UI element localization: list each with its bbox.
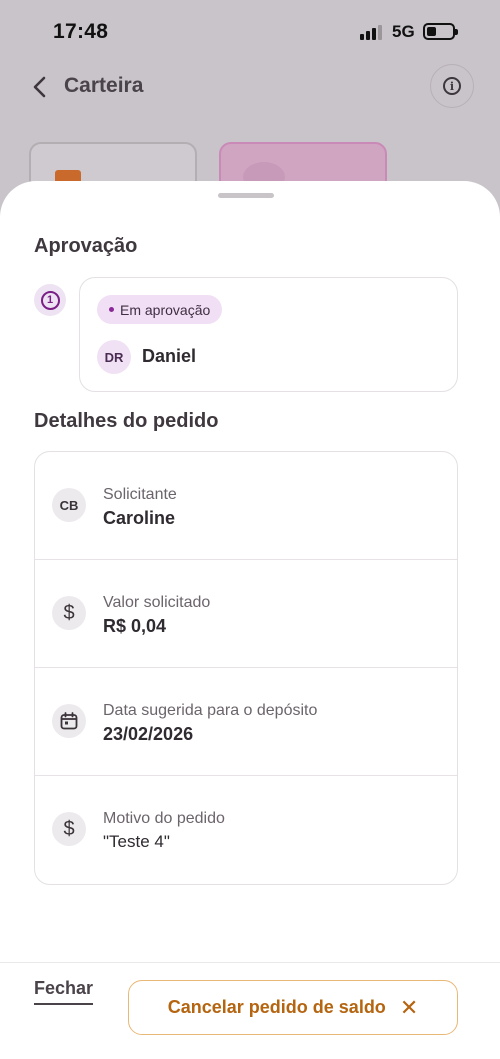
detail-label: Motivo do pedido <box>103 810 225 827</box>
chevron-left-icon[interactable] <box>30 74 52 100</box>
approval-section-title: Aprovação <box>34 235 138 257</box>
nav-header: Carteira i <box>0 60 500 116</box>
status-badge-label: Em aprovação <box>120 301 211 318</box>
network-label: 5G <box>392 22 415 41</box>
detail-value: Caroline <box>103 508 176 528</box>
requester-avatar: CB <box>52 488 86 522</box>
info-button[interactable]: i <box>430 64 474 108</box>
approver-avatar: DR <box>97 340 131 374</box>
status-time: 17:48 <box>53 20 109 43</box>
status-badge: Em aprovação <box>97 295 223 324</box>
cancel-request-label: Cancelar pedido de saldo <box>167 997 386 1017</box>
sheet-footer: Fechar Cancelar pedido de saldo ✕ <box>0 962 500 1059</box>
step-number-icon: 1 <box>40 290 60 310</box>
detail-row-requester: CB Solicitante Caroline <box>35 452 457 560</box>
detail-row-date: Data sugerida para o depósito 23/02/2026 <box>35 668 457 776</box>
detail-label: Solicitante <box>103 486 177 503</box>
detail-value: "Teste 4" <box>103 832 170 851</box>
approver-name: Daniel <box>142 346 197 366</box>
close-icon: ✕ <box>399 994 419 1020</box>
details-card: CB Solicitante Caroline $ Valor solicita… <box>34 451 458 885</box>
step-badge: 1 <box>34 284 66 316</box>
bottom-sheet: Aprovação 1 Em aprovação DR Daniel Detal… <box>0 181 500 1059</box>
battery-icon <box>423 23 458 40</box>
info-icon: i <box>443 77 461 95</box>
detail-value: R$ 0,04 <box>103 616 167 636</box>
detail-label: Data sugerida para o depósito <box>103 702 318 719</box>
close-link[interactable]: Fechar <box>34 978 94 1005</box>
detail-value: 23/02/2026 <box>103 724 194 744</box>
detail-row-reason: $ Motivo do pedido "Teste 4" <box>35 776 457 884</box>
page-title: Carteira <box>64 74 144 97</box>
dollar-icon: $ <box>52 812 86 846</box>
details-section-title: Detalhes do pedido <box>34 410 219 432</box>
detail-row-amount: $ Valor solicitado R$ 0,04 <box>35 560 457 668</box>
signal-icon <box>360 24 384 40</box>
sheet-drag-handle[interactable] <box>218 193 274 198</box>
status-bar: 17:48 5G <box>0 0 500 60</box>
status-dot-icon <box>109 307 114 312</box>
dollar-icon: $ <box>52 596 86 630</box>
calendar-icon <box>52 704 86 738</box>
cancel-request-button[interactable]: Cancelar pedido de saldo ✕ <box>128 980 458 1035</box>
detail-label: Valor solicitado <box>103 594 211 611</box>
approval-card: Em aprovação DR Daniel <box>79 277 458 392</box>
